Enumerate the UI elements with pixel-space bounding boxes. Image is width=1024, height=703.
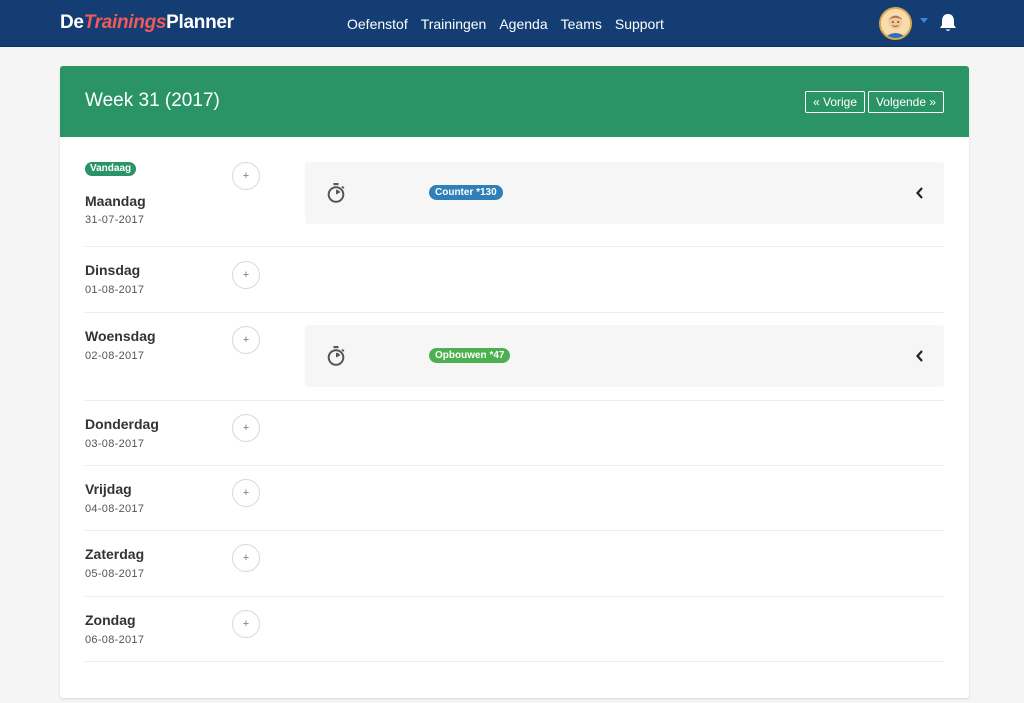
day-name: Zondag xyxy=(85,612,136,628)
previous-week-button[interactable]: « Vorige xyxy=(805,91,865,113)
training-item-opbouwen[interactable]: Opbouwen *47 xyxy=(305,325,944,387)
day-name: Woensdag xyxy=(85,328,156,344)
add-training-button[interactable]: + xyxy=(232,610,260,638)
bell-icon[interactable] xyxy=(937,12,959,34)
training-tag: Opbouwen *47 xyxy=(429,348,511,363)
nav-support[interactable]: Support xyxy=(615,16,664,32)
logo-part-de: De xyxy=(60,12,84,33)
training-item-counter[interactable]: Counter *130 xyxy=(305,162,944,224)
day-row-sunday: Zondag 06-08-2017 + xyxy=(85,597,944,662)
day-date: 02-08-2017 xyxy=(85,350,145,362)
week-title: Week 31 (2017) xyxy=(85,90,220,111)
today-badge: Vandaag xyxy=(85,162,137,176)
day-date: 01-08-2017 xyxy=(85,284,145,296)
app-logo[interactable]: DeTrainingsPlanner xyxy=(60,12,234,34)
day-row-friday: Vrijdag 04-08-2017 + xyxy=(85,466,944,531)
day-name: Donderdag xyxy=(85,416,159,432)
nav-agenda[interactable]: Agenda xyxy=(499,16,547,32)
day-row-tuesday: Dinsdag 01-08-2017 + xyxy=(85,247,944,313)
week-header: Week 31 (2017) « Vorige Volgende » xyxy=(60,66,969,137)
day-date: 04-08-2017 xyxy=(85,503,145,515)
day-name: Dinsdag xyxy=(85,262,141,278)
user-avatar[interactable] xyxy=(879,7,912,40)
week-card: Week 31 (2017) « Vorige Volgende » Vanda… xyxy=(60,66,969,698)
day-row-wednesday: Woensdag 02-08-2017 + Opbouwen *47 xyxy=(85,313,944,401)
chevron-left-icon[interactable] xyxy=(914,349,926,363)
add-training-button[interactable]: + xyxy=(232,544,260,572)
training-tag: Counter *130 xyxy=(429,185,503,200)
add-training-button[interactable]: + xyxy=(232,261,260,289)
day-row-thursday: Donderdag 03-08-2017 + xyxy=(85,401,944,466)
nav-oefenstof[interactable]: Oefenstof xyxy=(347,16,408,32)
day-name: Maandag xyxy=(85,193,146,209)
day-date: 05-08-2017 xyxy=(85,568,145,580)
add-training-button[interactable]: + xyxy=(232,414,260,442)
next-week-button[interactable]: Volgende » xyxy=(868,91,944,113)
chevron-left-icon[interactable] xyxy=(914,186,926,200)
day-row-saturday: Zaterdag 05-08-2017 + xyxy=(85,531,944,597)
nav-trainingen[interactable]: Trainingen xyxy=(421,16,487,32)
caret-down-icon[interactable] xyxy=(920,18,928,23)
main-nav: Oefenstof Trainingen Agenda Teams Suppor… xyxy=(347,0,677,47)
logo-part-planner: Planner xyxy=(166,12,234,33)
stopwatch-icon xyxy=(327,346,345,366)
logo-part-trainings: Trainings xyxy=(83,12,167,33)
nav-teams[interactable]: Teams xyxy=(561,16,602,32)
avatar-face-icon xyxy=(881,9,910,38)
top-navbar: DeTrainingsPlanner Oefenstof Trainingen … xyxy=(0,0,1024,47)
add-training-button[interactable]: + xyxy=(232,162,260,190)
day-date: 06-08-2017 xyxy=(85,634,145,646)
day-name: Vrijdag xyxy=(85,481,132,497)
day-date: 03-08-2017 xyxy=(85,438,145,450)
day-name: Zaterdag xyxy=(85,546,145,562)
add-training-button[interactable]: + xyxy=(232,326,260,354)
add-training-button[interactable]: + xyxy=(232,479,260,507)
day-date: 31-07-2017 xyxy=(85,214,145,226)
stopwatch-icon xyxy=(327,183,345,203)
day-row-monday: Vandaag Maandag 31-07-2017 + Counter *13… xyxy=(85,162,944,247)
